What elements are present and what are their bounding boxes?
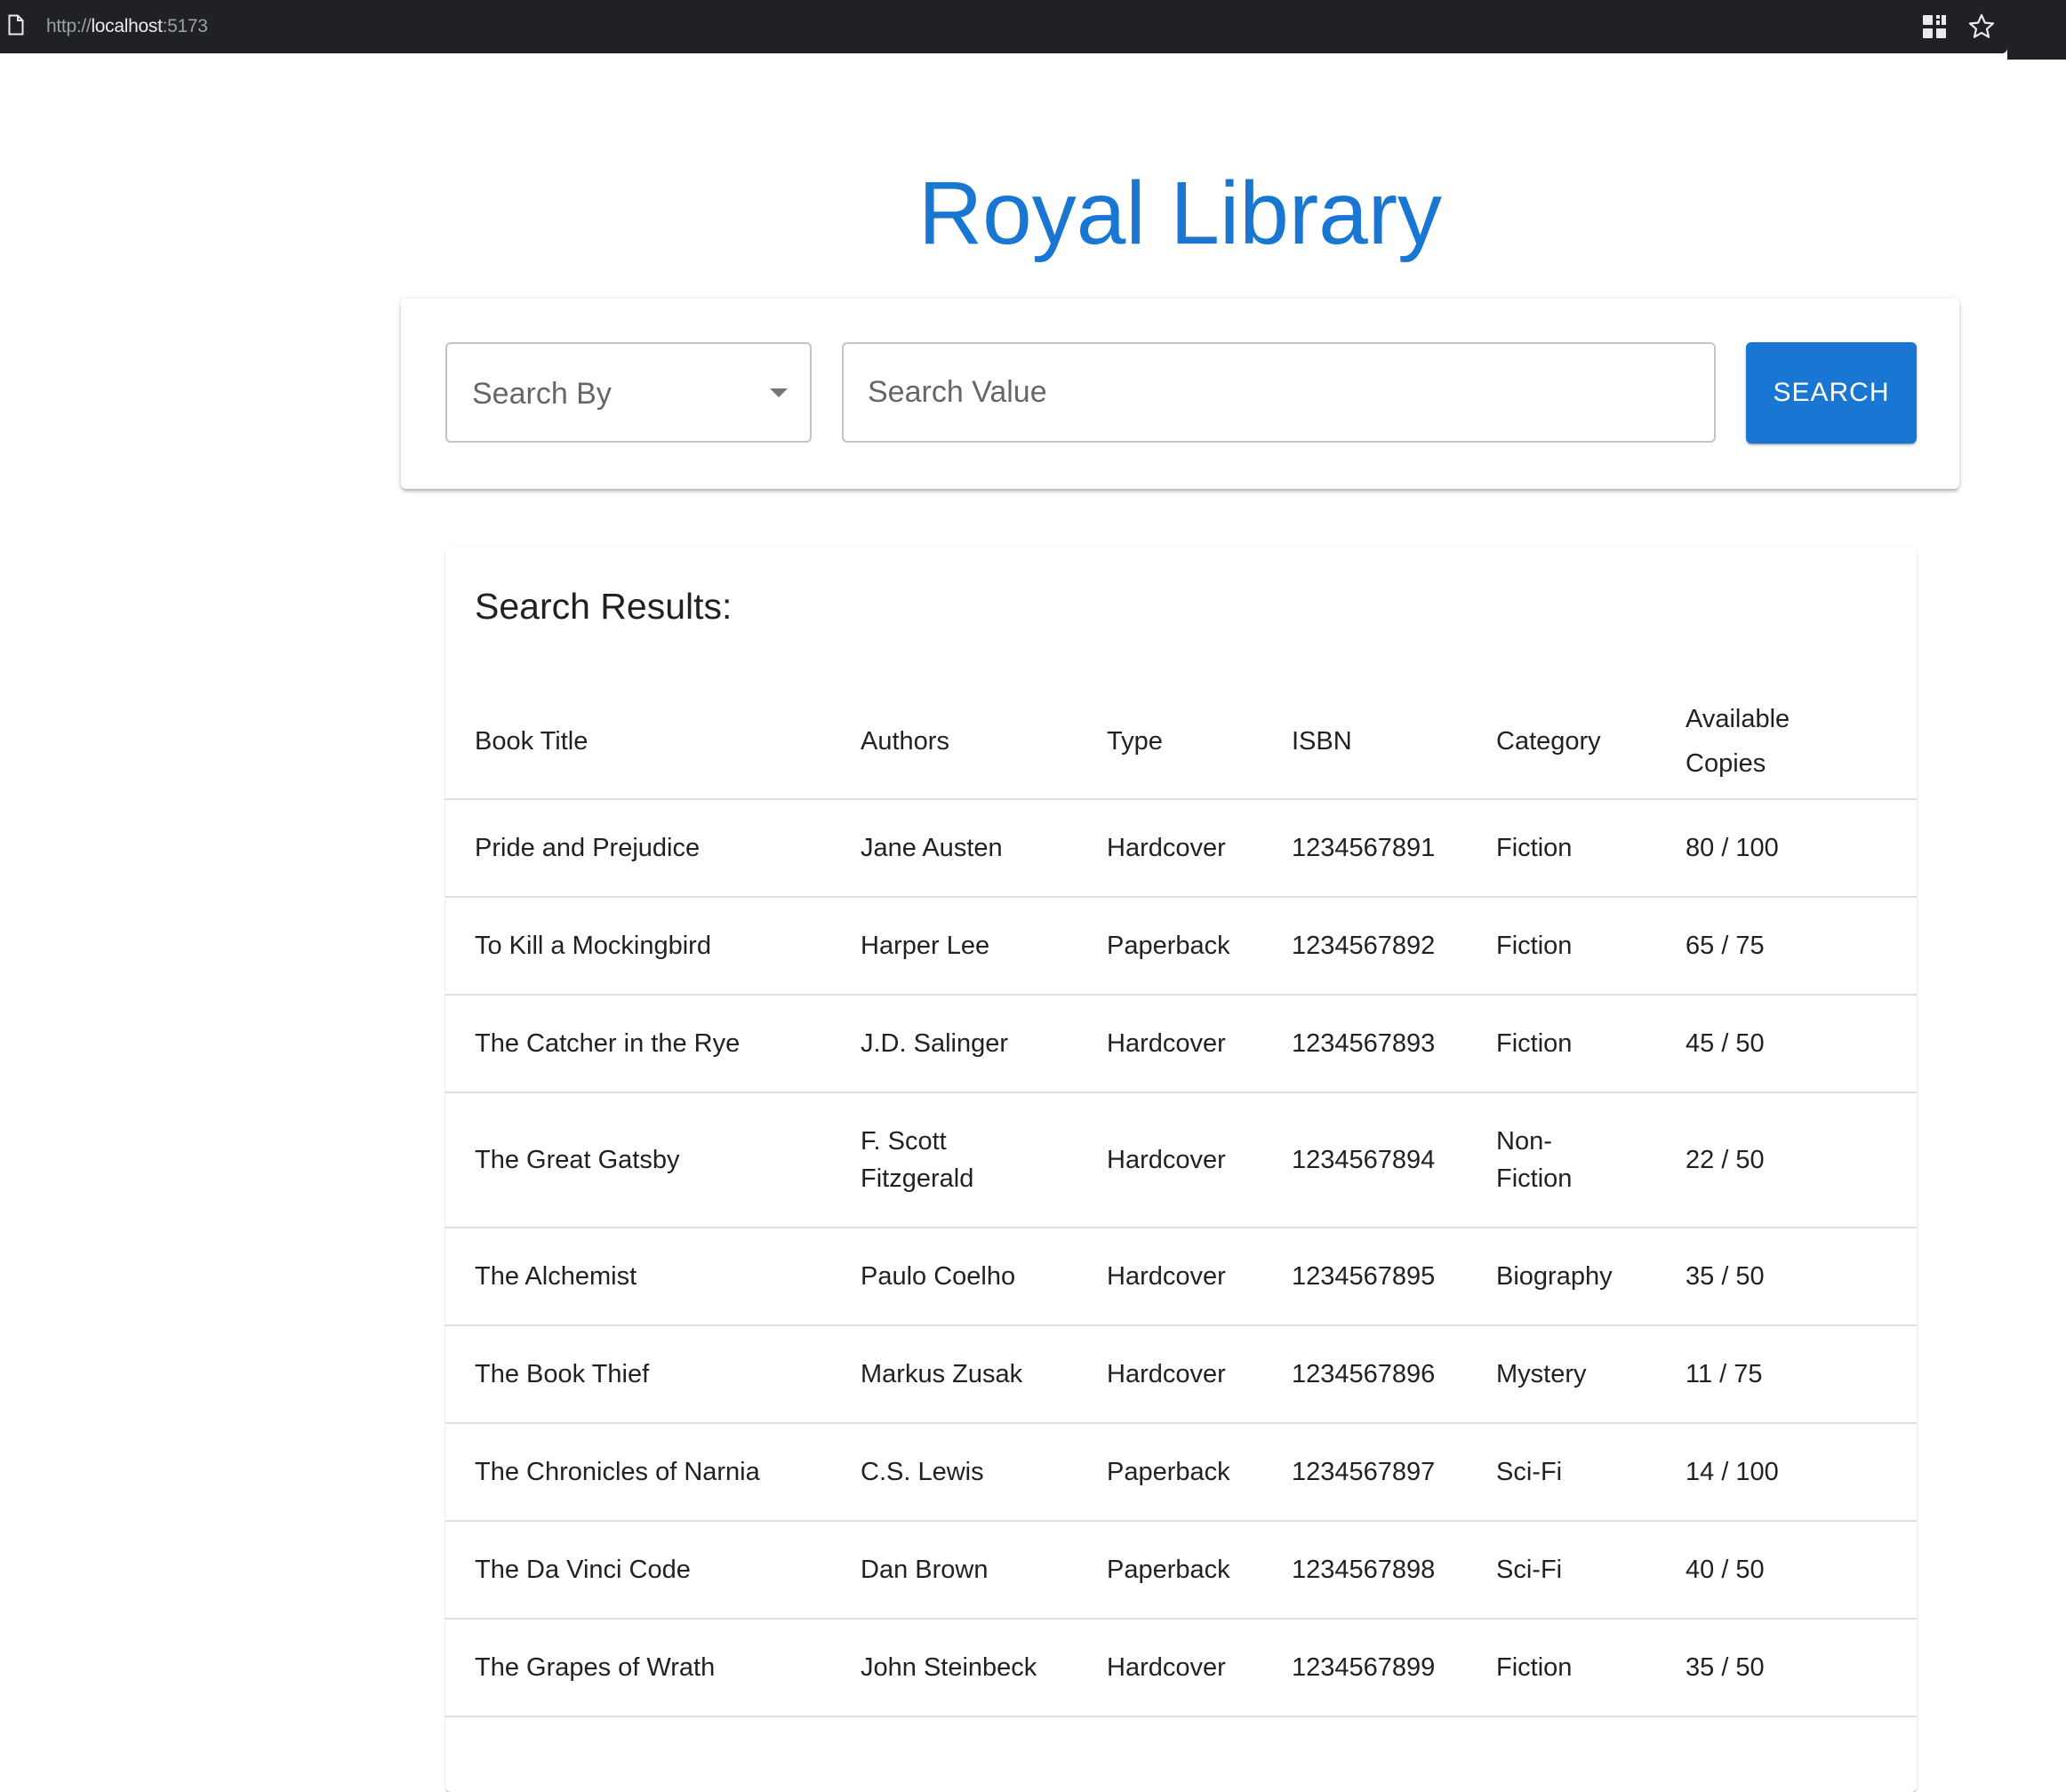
cell-type: Hardcover: [1107, 1228, 1292, 1326]
cell-authors: C.S. Lewis: [861, 1423, 1107, 1522]
page-title: Royal Library: [917, 164, 1443, 263]
cell-isbn: 1234567895: [1292, 1228, 1496, 1326]
page-icon: [8, 14, 24, 36]
star-icon[interactable]: [1967, 12, 1996, 41]
cell-authors: J.D. Salinger: [861, 995, 1107, 1093]
grid-icon[interactable]: [1920, 12, 1949, 41]
cell-category: Non-Fiction: [1496, 1092, 1686, 1228]
browser-bar-edge: [2007, 0, 2066, 60]
cell-copies: 65 / 75: [1686, 897, 1917, 996]
cell-copies: 35 / 50: [1686, 1619, 1917, 1717]
column-header-category: Category: [1496, 684, 1686, 800]
cell-category: Fiction: [1496, 897, 1686, 996]
cell-isbn: 1234567898: [1292, 1521, 1496, 1620]
cell-type: Hardcover: [1107, 799, 1292, 898]
cell-type: Hardcover: [1107, 1092, 1292, 1228]
cell-copies: 11 / 75: [1686, 1325, 1917, 1424]
url-port: :5173: [162, 16, 208, 36]
cell-isbn: 1234567893: [1292, 995, 1496, 1093]
cell-category: Mystery: [1496, 1325, 1686, 1424]
results-table: Book Title Authors Type ISBN Category Av…: [445, 684, 1917, 1717]
url-text[interactable]: http://localhost:5173: [46, 15, 208, 38]
cell-copies: 80 / 100: [1686, 799, 1917, 898]
chevron-down-icon: [770, 388, 788, 397]
column-header-authors: Authors: [861, 684, 1107, 800]
search-button[interactable]: SEARCH: [1746, 342, 1917, 444]
search-by-select[interactable]: Search By: [445, 342, 812, 443]
cell-isbn: 1234567894: [1292, 1092, 1496, 1228]
cell-isbn: 1234567897: [1292, 1423, 1496, 1522]
address-bar[interactable]: [0, 0, 2007, 53]
table-row: The Great Gatsby F. Scott Fitzgerald Har…: [445, 1092, 1917, 1228]
cell-copies: 14 / 100: [1686, 1423, 1917, 1522]
cell-title: The Catcher in the Rye: [445, 995, 861, 1093]
cell-authors: Jane Austen: [861, 799, 1107, 898]
cell-authors: Markus Zusak: [861, 1325, 1107, 1424]
column-header-isbn: ISBN: [1292, 684, 1496, 800]
url-scheme: http://: [46, 16, 92, 36]
results-panel: Search Results: Book Title Authors Type …: [445, 548, 1917, 1792]
cell-title: The Grapes of Wrath: [445, 1619, 861, 1717]
cell-type: Paperback: [1107, 1521, 1292, 1620]
column-header-type: Type: [1107, 684, 1292, 800]
cell-title: Pride and Prejudice: [445, 799, 861, 898]
cell-copies: 40 / 50: [1686, 1521, 1917, 1620]
cell-copies: 22 / 50: [1686, 1092, 1917, 1228]
search-by-label: Search By: [472, 377, 612, 411]
cell-authors: Paulo Coelho: [861, 1228, 1107, 1326]
cell-title: The Da Vinci Code: [445, 1521, 861, 1620]
table-row: The Da Vinci Code Dan Brown Paperback 12…: [445, 1521, 1917, 1620]
cell-category: Fiction: [1496, 995, 1686, 1093]
cell-title: The Alchemist: [445, 1228, 861, 1326]
cell-isbn: 1234567896: [1292, 1325, 1496, 1424]
cell-isbn: 1234567899: [1292, 1619, 1496, 1717]
table-row: The Grapes of Wrath John Steinbeck Hardc…: [445, 1619, 1917, 1717]
cell-copies: 45 / 50: [1686, 995, 1917, 1093]
table-row: To Kill a Mockingbird Harper Lee Paperba…: [445, 897, 1917, 996]
url-host: localhost: [91, 16, 163, 36]
browser-bar: http://localhost:5173: [0, 0, 2066, 60]
cell-type: Hardcover: [1107, 1619, 1292, 1717]
table-row: The Chronicles of Narnia C.S. Lewis Pape…: [445, 1423, 1917, 1522]
browser-bar-gap: [0, 53, 2007, 60]
table-row: The Alchemist Paulo Coelho Hardcover 123…: [445, 1228, 1917, 1326]
cell-type: Hardcover: [1107, 1325, 1292, 1424]
cell-copies: 35 / 50: [1686, 1228, 1917, 1326]
table-row: The Catcher in the Rye J.D. Salinger Har…: [445, 995, 1917, 1093]
cell-category: Sci-Fi: [1496, 1423, 1686, 1522]
search-value-input[interactable]: [842, 342, 1716, 443]
cell-category: Fiction: [1496, 1619, 1686, 1717]
cell-authors: F. Scott Fitzgerald: [861, 1092, 1107, 1228]
table-header-row: Book Title Authors Type ISBN Category Av…: [445, 684, 1917, 800]
table-row: Pride and Prejudice Jane Austen Hardcove…: [445, 799, 1917, 898]
cell-title: To Kill a Mockingbird: [445, 897, 861, 996]
cell-authors: Harper Lee: [861, 897, 1107, 996]
cell-authors: Dan Brown: [861, 1521, 1107, 1620]
cell-title: The Book Thief: [445, 1325, 861, 1424]
cell-authors: John Steinbeck: [861, 1619, 1107, 1717]
cell-category: Sci-Fi: [1496, 1521, 1686, 1620]
cell-type: Hardcover: [1107, 995, 1292, 1093]
cell-isbn: 1234567891: [1292, 799, 1496, 898]
cell-category: Fiction: [1496, 799, 1686, 898]
cell-title: The Great Gatsby: [445, 1092, 861, 1228]
cell-type: Paperback: [1107, 897, 1292, 996]
cell-category: Biography: [1496, 1228, 1686, 1326]
column-header-copies: Available Copies: [1686, 684, 1917, 800]
column-header-title: Book Title: [445, 684, 861, 800]
cell-isbn: 1234567892: [1292, 897, 1496, 996]
cell-type: Paperback: [1107, 1423, 1292, 1522]
results-heading: Search Results:: [475, 586, 733, 627]
table-row: The Book Thief Markus Zusak Hardcover 12…: [445, 1325, 1917, 1424]
cell-title: The Chronicles of Narnia: [445, 1423, 861, 1522]
